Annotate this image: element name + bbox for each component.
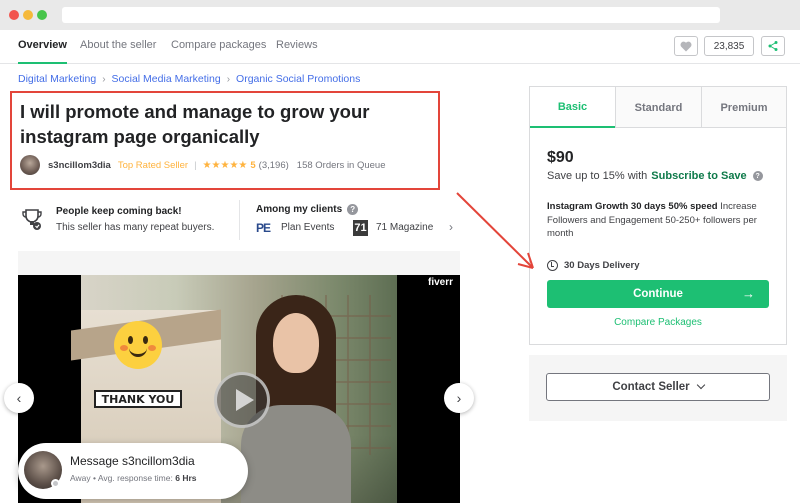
window-maximize-dot[interactable] bbox=[37, 10, 47, 20]
star-rating-icon: ★★★★★ bbox=[202, 159, 248, 171]
help-icon[interactable]: ? bbox=[347, 204, 359, 215]
client-logo: 71 bbox=[353, 220, 368, 236]
chevron-right-icon: › bbox=[456, 390, 462, 406]
availability-status: Away bbox=[70, 473, 91, 483]
continue-label: Continue bbox=[633, 288, 683, 300]
client-name: Plan Events bbox=[281, 222, 335, 233]
delivery-label: 30 Days Delivery bbox=[564, 260, 640, 271]
heart-icon bbox=[680, 41, 692, 51]
tab-about-seller[interactable]: About the seller bbox=[80, 39, 156, 64]
arrow-right-icon: → bbox=[742, 286, 755, 301]
breadcrumb-item[interactable]: Organic Social Promotions bbox=[236, 73, 360, 85]
gallery-prev-button[interactable]: ‹ bbox=[4, 383, 34, 413]
subscribe-to-save-link[interactable]: Subscribe to Save bbox=[651, 170, 746, 182]
continue-button[interactable]: Continue → bbox=[547, 280, 769, 308]
chevron-right-icon[interactable]: › bbox=[449, 220, 453, 234]
tab-basic[interactable]: Basic bbox=[530, 87, 615, 128]
contact-panel: Contact Seller bbox=[529, 355, 787, 421]
gig-title: I will promote and manage to grow your i… bbox=[20, 101, 370, 147]
level-badge: Top Rated Seller bbox=[117, 159, 189, 171]
smiley-icon bbox=[114, 321, 162, 369]
help-icon[interactable]: ? bbox=[752, 171, 763, 181]
window-minimize-dot[interactable] bbox=[23, 10, 33, 20]
status-dot bbox=[51, 479, 60, 488]
video-caption: THANK YOU bbox=[94, 390, 182, 408]
save-count: 23,835 bbox=[704, 36, 754, 56]
seller-availability: Away • Avg. response time: 6 Hrs bbox=[70, 473, 197, 483]
breadcrumb: Digital Marketing › Social Media Marketi… bbox=[18, 73, 360, 85]
package-panel: Basic Standard Premium $90 Save up to 15… bbox=[529, 86, 787, 345]
client-name: 71 Magazine bbox=[376, 222, 434, 233]
clock-icon bbox=[547, 260, 558, 271]
tab-standard[interactable]: Standard bbox=[615, 87, 701, 128]
share-button[interactable] bbox=[761, 36, 785, 56]
share-icon bbox=[768, 41, 778, 51]
breadcrumb-item[interactable]: Social Media Marketing bbox=[112, 73, 221, 85]
contact-seller-label: Contact Seller bbox=[612, 381, 690, 393]
delivery-time: 30 Days Delivery bbox=[547, 260, 640, 271]
orders-in-queue: 158 Orders in Queue bbox=[296, 159, 386, 171]
save-heart-button[interactable] bbox=[674, 36, 698, 56]
divider bbox=[239, 200, 240, 240]
trophy-icon bbox=[22, 209, 42, 230]
message-seller-card[interactable]: Message s3ncillom3dia Away • Avg. respon… bbox=[18, 443, 248, 499]
subscribe-save-line: Save up to 15% with Subscribe to Save ? bbox=[547, 170, 763, 182]
gig-nav: Overview About the seller Compare packag… bbox=[0, 30, 800, 64]
package-price: $90 bbox=[547, 149, 574, 166]
tab-overview[interactable]: Overview bbox=[18, 39, 67, 64]
seller-avatar[interactable] bbox=[20, 155, 40, 175]
seller-overview: s3ncillom3dia Top Rated Seller | ★★★★★ 5… bbox=[20, 155, 386, 175]
review-count[interactable]: (3,196) bbox=[259, 160, 289, 171]
package-name: Instagram Growth 30 days 50% speed bbox=[547, 201, 718, 212]
play-icon bbox=[235, 389, 254, 411]
compare-packages-link[interactable]: Compare Packages bbox=[530, 317, 786, 328]
browser-chrome bbox=[0, 0, 800, 30]
gig-highlights: People keep coming back! This seller has… bbox=[18, 200, 460, 240]
fiverr-watermark: fiverr bbox=[428, 277, 454, 288]
contact-seller-button[interactable]: Contact Seller bbox=[546, 373, 770, 401]
save-text: Save up to 15% with bbox=[547, 170, 648, 182]
clients-title: Among my clients ? bbox=[256, 204, 359, 215]
clients-title-label: Among my clients bbox=[256, 204, 343, 215]
gallery-next-button[interactable]: › bbox=[444, 383, 474, 413]
address-bar[interactable] bbox=[62, 7, 720, 23]
seller-name[interactable]: s3ncillom3dia bbox=[48, 160, 111, 171]
gig-page: Overview About the seller Compare packag… bbox=[0, 30, 800, 503]
package-tabs: Basic Standard Premium bbox=[530, 87, 786, 128]
response-time-label: Avg. response time: bbox=[97, 473, 173, 483]
chevron-left-icon: ‹ bbox=[16, 390, 22, 406]
repeat-buyers-title: People keep coming back! bbox=[56, 206, 182, 217]
rating-value: 5 bbox=[250, 159, 256, 171]
tab-premium[interactable]: Premium bbox=[701, 87, 786, 128]
title-highlight-box: I will promote and manage to grow your i… bbox=[10, 91, 440, 190]
package-description: Instagram Growth 30 days 50% speed Incre… bbox=[547, 200, 777, 241]
tab-reviews[interactable]: Reviews bbox=[276, 39, 318, 64]
tab-compare-packages[interactable]: Compare packages bbox=[171, 39, 266, 64]
message-seller-title: Message s3ncillom3dia bbox=[70, 454, 195, 468]
window-close-dot[interactable] bbox=[9, 10, 19, 20]
chevron-right-icon: › bbox=[226, 73, 231, 85]
response-time-value: 6 Hrs bbox=[175, 473, 197, 483]
chevron-down-icon bbox=[696, 380, 705, 390]
play-button[interactable] bbox=[214, 372, 270, 428]
repeat-buyers-subtitle: This seller has many repeat buyers. bbox=[56, 222, 215, 233]
chevron-right-icon: › bbox=[102, 73, 106, 85]
breadcrumb-item[interactable]: Digital Marketing bbox=[18, 73, 96, 85]
divider: | bbox=[194, 159, 197, 171]
client-logo: PE bbox=[256, 221, 271, 235]
